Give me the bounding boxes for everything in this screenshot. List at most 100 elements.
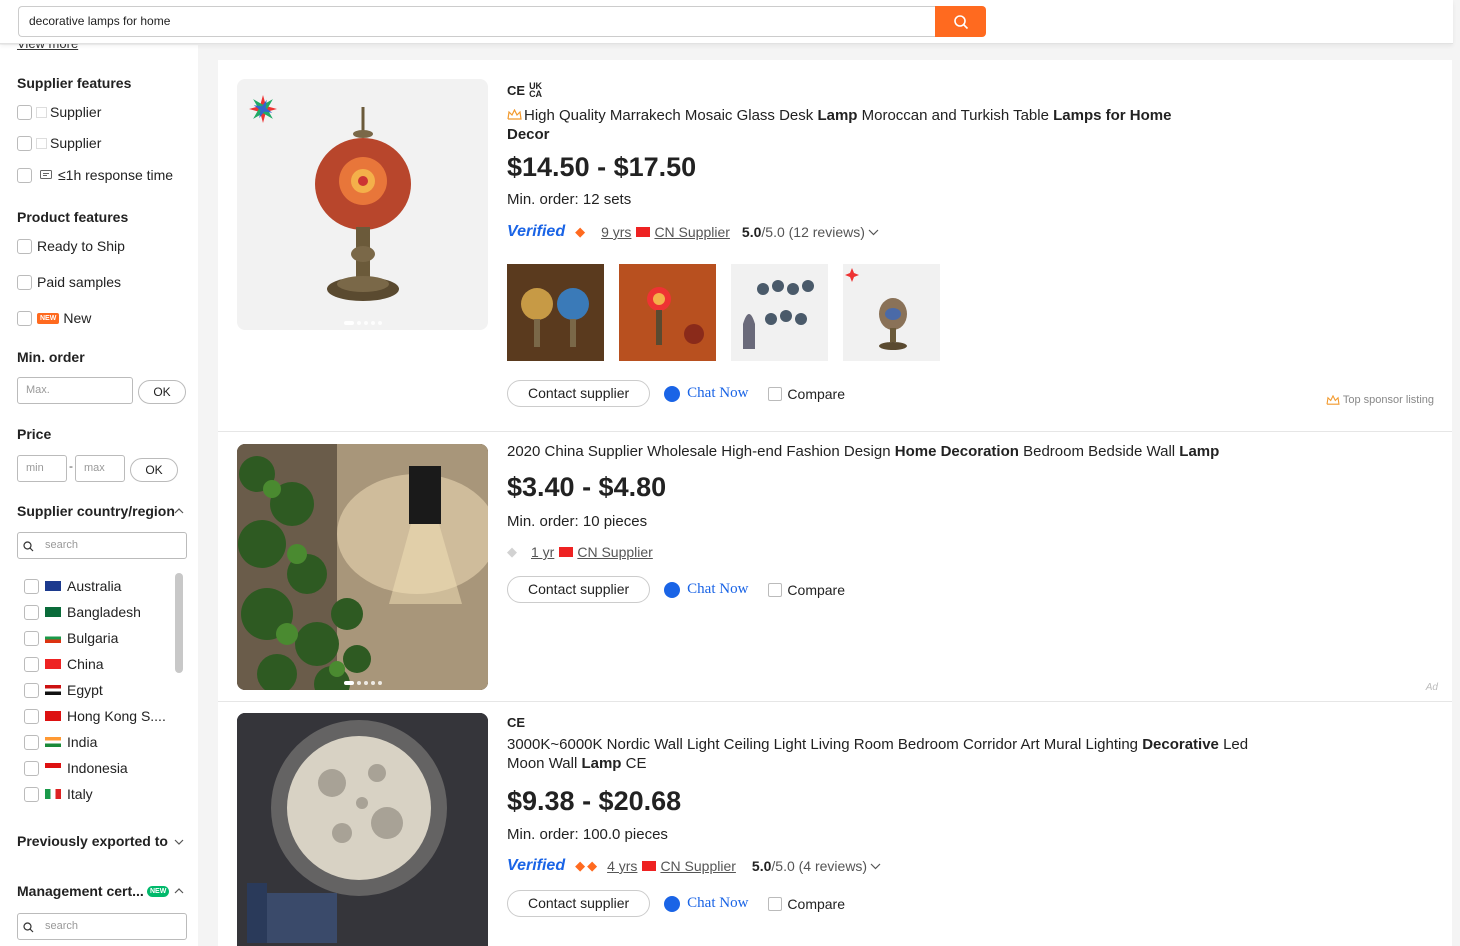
min-order-max-input[interactable]: Max. <box>17 377 133 404</box>
gallery-thumbnail[interactable] <box>507 264 604 361</box>
flag-indonesia-icon <box>45 763 61 773</box>
chevron-down-icon[interactable] <box>174 839 184 845</box>
filter-supplier-1[interactable]: Supplier <box>17 104 101 120</box>
search-button[interactable] <box>935 6 986 37</box>
country-label: Italy <box>67 786 93 802</box>
checkbox[interactable] <box>24 708 39 724</box>
image-carousel-dots[interactable] <box>343 321 382 325</box>
checkbox[interactable] <box>768 582 783 597</box>
price-ok-button[interactable]: OK <box>130 458 178 482</box>
management-cert-title[interactable]: Management cert... <box>17 883 144 899</box>
filter-label: ≤1h response time <box>58 167 174 183</box>
min-order: Min. order: 100.0 pieces <box>507 826 668 843</box>
checkbox[interactable] <box>24 604 39 620</box>
checkbox[interactable] <box>768 386 783 401</box>
gallery-thumbnail[interactable] <box>843 264 940 361</box>
new-badge: NEW <box>147 886 170 897</box>
product-image[interactable] <box>237 713 488 946</box>
checkbox[interactable] <box>24 630 39 646</box>
product-card[interactable]: 2020 China Supplier Wholesale High-end F… <box>218 432 1452 702</box>
checkbox[interactable] <box>17 135 32 151</box>
product-title[interactable]: 2020 China Supplier Wholesale High-end F… <box>507 442 1407 461</box>
country-list-scrollbar[interactable] <box>175 573 183 673</box>
supplier-years-link[interactable]: 4 yrs <box>607 858 637 874</box>
chat-now-button[interactable]: Chat Now <box>664 581 748 598</box>
checkbox[interactable] <box>17 274 32 290</box>
country-search-input[interactable]: search <box>17 532 187 559</box>
checkbox[interactable] <box>17 238 32 254</box>
country-item-italy[interactable]: Italy <box>24 786 93 802</box>
checkbox[interactable] <box>24 578 39 594</box>
country-label: China <box>67 656 104 672</box>
country-item-hong-kong[interactable]: Hong Kong S.... <box>24 708 166 724</box>
country-region-title[interactable]: Supplier country/region <box>17 503 175 519</box>
compare-toggle[interactable]: Compare <box>768 582 845 598</box>
chevron-down-icon[interactable] <box>868 229 879 236</box>
flag-china-icon <box>636 227 651 237</box>
checkbox[interactable] <box>17 104 32 120</box>
country-item-bulgaria[interactable]: Bulgaria <box>24 630 118 646</box>
filter-ready-to-ship[interactable]: Ready to Ship <box>17 238 125 254</box>
supplier-country-link[interactable]: CN Supplier <box>660 858 735 874</box>
product-image[interactable] <box>237 79 488 330</box>
checkbox[interactable] <box>17 167 32 183</box>
filter-label: Supplier <box>50 104 102 120</box>
chevron-up-icon[interactable] <box>174 888 184 894</box>
checkbox[interactable] <box>768 896 783 911</box>
checkbox[interactable] <box>24 760 39 776</box>
supplier-years-link[interactable]: 9 yrs <box>601 224 631 240</box>
chevron-up-icon[interactable] <box>174 508 184 514</box>
product-list: CE UK CA High Quality Marrakech Mosaic G… <box>218 60 1452 946</box>
product-card[interactable]: CE UK CA High Quality Marrakech Mosaic G… <box>218 60 1452 432</box>
country-item-egypt[interactable]: Egypt <box>24 682 103 698</box>
previously-exported-title[interactable]: Previously exported to <box>17 833 168 849</box>
supplier-rating[interactable]: 5.0/5.0 (4 reviews) <box>752 858 867 874</box>
verified-badge[interactable]: Verified <box>507 223 565 241</box>
checkbox[interactable] <box>24 734 39 750</box>
chat-now-button[interactable]: Chat Now <box>664 895 748 912</box>
checkbox[interactable] <box>24 786 39 802</box>
chat-now-button[interactable]: Chat Now <box>664 385 748 402</box>
filter-new[interactable]: NEW New <box>17 310 91 326</box>
gallery-thumbnail[interactable] <box>619 264 716 361</box>
country-item-bangladesh[interactable]: Bangladesh <box>24 604 141 620</box>
country-item-india[interactable]: India <box>24 734 97 750</box>
filter-supplier-2[interactable]: Supplier <box>17 135 101 151</box>
product-card[interactable]: CE 3000K~6000K Nordic Wall Light Ceiling… <box>218 702 1452 946</box>
price-max-input[interactable]: max <box>75 455 125 482</box>
country-item-australia[interactable]: Australia <box>24 578 121 594</box>
supplier-rating[interactable]: 5.0/5.0 (12 reviews) <box>742 224 865 240</box>
image-carousel-dots[interactable] <box>343 681 382 685</box>
supplier-country-link[interactable]: CN Supplier <box>577 544 652 560</box>
ad-label: Ad <box>1425 682 1438 693</box>
chat-label: Chat Now <box>687 581 749 597</box>
compare-toggle[interactable]: Compare <box>768 896 845 912</box>
price-min-input[interactable]: min <box>17 455 67 482</box>
price-title: Price <box>17 426 52 442</box>
product-title[interactable]: High Quality Marrakech Mosaic Glass Desk… <box>507 106 1207 144</box>
cert-search-input[interactable]: search <box>17 913 187 940</box>
ce-mark-icon: CE <box>507 82 526 98</box>
chevron-down-icon[interactable] <box>870 863 881 870</box>
contact-supplier-button[interactable]: Contact supplier <box>507 576 651 603</box>
product-title[interactable]: 3000K~6000K Nordic Wall Light Ceiling Li… <box>507 735 1267 773</box>
contact-supplier-button[interactable]: Contact supplier <box>507 380 651 407</box>
country-item-indonesia[interactable]: Indonesia <box>24 760 128 776</box>
verified-badge[interactable]: Verified <box>507 857 565 875</box>
compare-toggle[interactable]: Compare <box>768 386 845 402</box>
checkbox[interactable] <box>24 682 39 698</box>
min-order-ok-button[interactable]: OK <box>138 380 186 404</box>
country-item-china[interactable]: China <box>24 656 104 672</box>
filter-label: Supplier <box>50 135 102 151</box>
filter-paid-samples[interactable]: Paid samples <box>17 274 121 290</box>
checkbox[interactable] <box>17 310 32 326</box>
checkbox[interactable] <box>24 656 39 672</box>
product-image[interactable] <box>237 444 488 690</box>
filter-response-time[interactable]: ≤1h response time <box>17 167 173 183</box>
supplier-years-link[interactable]: 1 yr <box>531 544 554 560</box>
supplier-country-link[interactable]: CN Supplier <box>654 224 729 240</box>
search-input[interactable]: decorative lamps for home <box>18 6 936 37</box>
product-price: $3.40 - $4.80 <box>507 472 667 502</box>
gallery-thumbnail[interactable] <box>731 264 828 361</box>
contact-supplier-button[interactable]: Contact supplier <box>507 890 651 917</box>
